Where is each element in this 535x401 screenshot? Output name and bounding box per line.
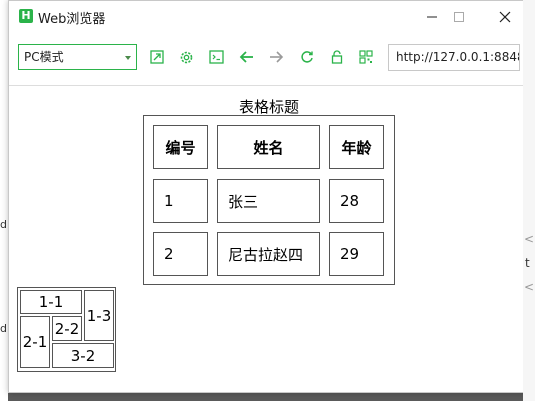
table-cell: 1 bbox=[153, 179, 208, 223]
hbuilder-app-icon: H bbox=[19, 9, 33, 23]
table-header-cell: 编号 bbox=[153, 125, 208, 169]
close-icon bbox=[499, 11, 511, 23]
background-window-right-edge: < t < bbox=[523, 0, 535, 401]
background-text: < bbox=[524, 280, 535, 294]
table-caption: 表格标题 bbox=[238, 98, 299, 116]
table-header-cell: 姓名 bbox=[217, 125, 320, 169]
browser-toolbar: PC模式 http://127.0.0.1:8848 bbox=[9, 39, 526, 79]
console-icon[interactable] bbox=[208, 49, 224, 65]
table-cell: 28 bbox=[329, 179, 384, 223]
lock-icon[interactable] bbox=[329, 49, 345, 65]
forward-icon[interactable] bbox=[268, 49, 284, 65]
maximize-icon bbox=[454, 12, 464, 22]
background-text: t bbox=[525, 256, 530, 270]
settings-icon[interactable] bbox=[178, 49, 194, 65]
background-text: d bbox=[0, 218, 7, 231]
qr-code-icon[interactable] bbox=[358, 49, 374, 65]
data-table: 编号 姓名 年龄 1 张三 28 2 尼古拉赵四 29 bbox=[143, 115, 395, 285]
merged-cell: 2-2 bbox=[52, 316, 82, 341]
table-cell: 2 bbox=[153, 232, 208, 276]
background-text: d bbox=[0, 322, 7, 335]
device-mode-value: PC模式 bbox=[24, 50, 64, 64]
close-button[interactable] bbox=[482, 1, 528, 33]
url-input[interactable]: http://127.0.0.1:8848 bbox=[388, 44, 520, 71]
table-cell: 29 bbox=[329, 232, 384, 276]
page-viewport: 表格标题 编号 姓名 年龄 1 张三 28 2 尼古拉赵四 29 1-1 1-3… bbox=[9, 86, 526, 392]
maximize-button[interactable] bbox=[436, 1, 482, 33]
background-window-left-edge bbox=[0, 0, 8, 401]
merged-cell: 2-1 bbox=[20, 316, 50, 368]
table-cell: 尼古拉赵四 bbox=[217, 232, 320, 276]
window-title: Web浏览器 bbox=[38, 12, 106, 27]
open-external-icon[interactable] bbox=[149, 49, 165, 65]
merged-cell: 1-3 bbox=[84, 290, 114, 341]
merged-cell: 3-2 bbox=[52, 343, 114, 368]
title-bar: H Web浏览器 bbox=[9, 1, 526, 33]
back-icon[interactable] bbox=[238, 49, 254, 65]
background-text: < bbox=[524, 232, 535, 246]
merged-cells-table: 1-1 1-3 2-1 2-2 3-2 bbox=[17, 287, 116, 372]
web-browser-window: H Web浏览器 PC模式 http://127.0.0.1:8848 表格标题… bbox=[8, 0, 527, 393]
merged-cell: 1-1 bbox=[20, 290, 82, 314]
table-header-cell: 年龄 bbox=[329, 125, 384, 169]
refresh-icon[interactable] bbox=[299, 49, 315, 65]
table-cell: 张三 bbox=[217, 179, 320, 223]
device-mode-select[interactable]: PC模式 bbox=[18, 44, 137, 70]
chevron-down-icon bbox=[125, 56, 131, 60]
